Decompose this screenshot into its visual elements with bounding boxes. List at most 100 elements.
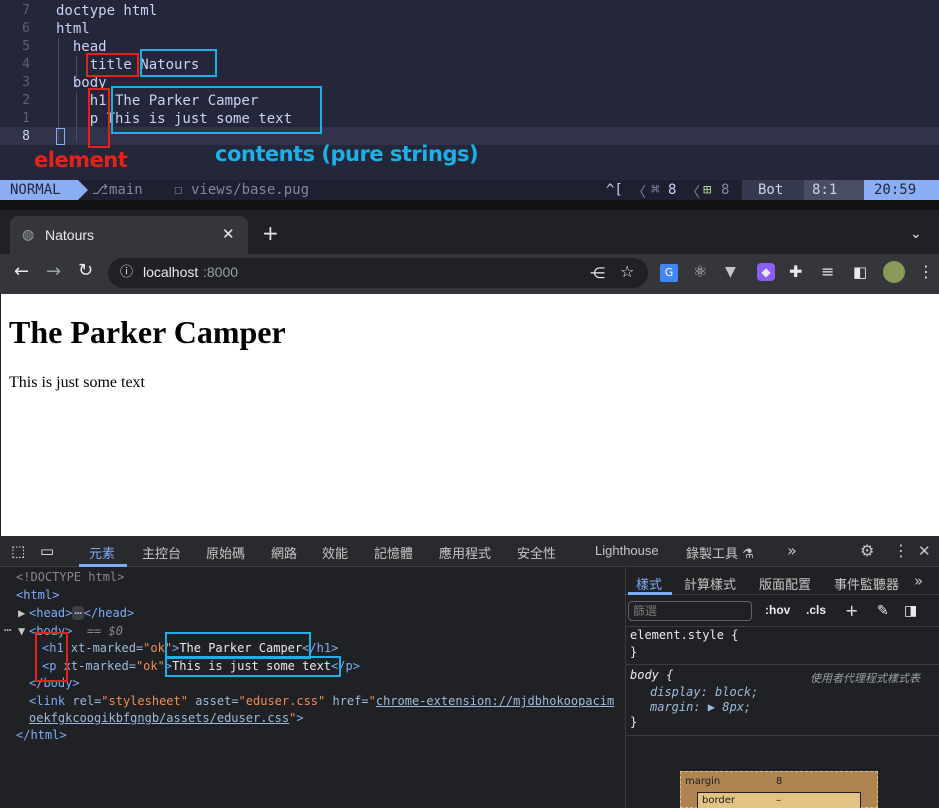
reading-list-icon[interactable]: ≡: [821, 264, 834, 280]
tab-network[interactable]: 網路: [271, 543, 297, 562]
more-panes-icon[interactable]: »: [914, 573, 923, 589]
element-style-rule[interactable]: element.style {: [630, 628, 738, 642]
dom-html-close[interactable]: </html>: [16, 728, 67, 742]
dom-link-continued[interactable]: oekfgkcoogikbfgngb/assets/eduser.css">: [29, 711, 304, 725]
site-info-icon[interactable]: ⓘ: [120, 265, 133, 281]
browser-tab[interactable]: ◍ Natours ✕: [10, 216, 248, 254]
close-brace: }: [630, 645, 638, 659]
contents-highlight-box: [165, 632, 311, 659]
tab-performance[interactable]: 效能: [322, 543, 348, 562]
new-rule-plus-icon[interactable]: +: [845, 603, 858, 619]
contents-highlight-box: [140, 49, 217, 77]
branch-icon: ⎇: [92, 182, 109, 198]
tab-memory[interactable]: 記憶體: [374, 543, 413, 562]
element-highlight-box: [35, 632, 68, 682]
extension-icon[interactable]: ◆: [757, 263, 775, 281]
contents-highlight-box: [111, 86, 322, 134]
plus-box-icon: ⊞: [703, 182, 712, 198]
tab-lighthouse[interactable]: Lighthouse: [595, 543, 659, 558]
toggle-sidebar-icon[interactable]: ◨: [904, 603, 917, 619]
tab-application[interactable]: 應用程式: [439, 543, 491, 562]
side-panel-icon[interactable]: ◧: [853, 264, 867, 280]
file-icon: ☐: [174, 182, 183, 198]
line-number: 4: [22, 57, 30, 72]
box-model-margin-label: margin: [685, 776, 721, 787]
css-prop-margin[interactable]: margin: ▶ 8px;: [650, 700, 751, 714]
box-model-margin[interactable]: margin 8 border –: [680, 771, 878, 808]
translate-extension-icon[interactable]: G: [660, 264, 678, 282]
dom-doctype[interactable]: <!DOCTYPE html>: [16, 570, 124, 584]
link-href[interactable]: chrome-extension://mjdbhokoopacim: [376, 694, 614, 708]
box-model-margin-value: 8: [776, 776, 783, 787]
collapse-triangle-icon[interactable]: ▼: [18, 624, 25, 638]
expand-triangle-icon[interactable]: ▶: [18, 606, 25, 620]
ellipsis-icon[interactable]: ⋯: [72, 606, 84, 620]
contents-annotation: contents (pure strings): [215, 142, 479, 166]
active-styles-tab-indicator: [628, 592, 672, 595]
file-path: views/base.pug: [191, 182, 310, 198]
vue-extension-icon[interactable]: ▼: [725, 264, 736, 280]
styles-filter-input[interactable]: [628, 601, 752, 621]
cls-toggle[interactable]: .cls: [806, 603, 826, 617]
pending-keys: ^[: [606, 182, 623, 198]
element-highlight-box: [86, 53, 139, 77]
line-number: 6: [22, 21, 30, 36]
chevron-left-icon: 〈: [632, 185, 646, 201]
divider: [625, 626, 939, 627]
close-tab-icon[interactable]: ✕: [222, 226, 235, 242]
share-icon[interactable]: ⋲: [590, 265, 605, 281]
tab-recorder[interactable]: 錄製工具 ⚗: [686, 543, 754, 562]
close-brace: }: [630, 715, 638, 729]
tab-console[interactable]: 主控台: [142, 543, 181, 562]
dom-html-open[interactable]: <html>: [16, 588, 59, 602]
line-number: 3: [22, 75, 30, 90]
devtools-menu-icon[interactable]: ⋮: [893, 543, 909, 559]
tab-title: Natours: [45, 227, 95, 243]
added-count: 8: [721, 182, 730, 198]
address-bar[interactable]: ⓘ localhost :8000 ⋲ ☆: [108, 258, 648, 288]
inspect-element-icon[interactable]: ⬚: [11, 543, 25, 559]
tab-styles[interactable]: 樣式: [636, 574, 662, 593]
close-devtools-icon[interactable]: ✕: [918, 543, 931, 559]
tab-search-chevron-icon[interactable]: ⌄: [910, 226, 922, 242]
tab-sources[interactable]: 原始碼: [206, 543, 245, 562]
bookmark-star-icon[interactable]: ☆: [620, 264, 634, 280]
settings-gear-icon[interactable]: ⚙: [860, 543, 874, 559]
dom-head-node[interactable]: <head> ⋯ </head>: [29, 606, 134, 620]
line-number: 1: [22, 111, 30, 126]
page-paragraph: This is just some text: [9, 374, 145, 391]
tab-computed[interactable]: 計算樣式: [684, 574, 736, 593]
tab-event-listeners[interactable]: 事件監聽器: [834, 574, 899, 593]
divider: [625, 664, 939, 665]
mode-indicator: NORMAL: [0, 180, 78, 200]
css-prop-display[interactable]: display: block;: [650, 685, 758, 699]
hov-toggle[interactable]: :hov: [765, 603, 790, 617]
tab-elements[interactable]: 元素: [89, 543, 115, 562]
diagnostics-icon: ⌘: [651, 182, 660, 198]
react-devtools-icon[interactable]: ⚛: [693, 264, 707, 280]
extensions-puzzle-icon[interactable]: ✚: [789, 264, 802, 280]
reload-icon[interactable]: ↻: [78, 262, 93, 280]
line-number: 2: [22, 93, 30, 108]
code-line: doctype html: [56, 3, 158, 19]
menu-kebab-icon[interactable]: ⋮: [918, 264, 934, 280]
device-toolbar-icon[interactable]: ▭: [40, 543, 54, 559]
new-tab-icon[interactable]: +: [262, 223, 279, 243]
back-icon[interactable]: ←: [14, 263, 29, 281]
dom-link-node[interactable]: <link rel="stylesheet" asset="eduser.css…: [29, 694, 614, 708]
web-page-viewport: The Parker Camper This is just some text: [1, 294, 939, 536]
tab-layout[interactable]: 版面配置: [759, 574, 811, 593]
code-editor[interactable]: 7 doctype html 6 html 5 head 4 title Nat…: [0, 0, 939, 180]
dom-tree[interactable]: <!DOCTYPE html> <html> ▶ <head> ⋯ </head> …: [0, 567, 625, 808]
forward-icon[interactable]: →: [46, 263, 61, 281]
tab-security[interactable]: 安全性: [517, 543, 556, 562]
box-model-border-label: border: [702, 795, 736, 806]
body-selector[interactable]: body {: [630, 668, 673, 682]
cursor-position: 8:1: [804, 180, 864, 200]
box-model-border[interactable]: border –: [697, 792, 861, 808]
dom-row-menu-icon[interactable]: ⋯: [4, 623, 11, 637]
profile-avatar[interactable]: [883, 261, 905, 283]
diagnostics-count: 8: [668, 182, 677, 198]
more-tabs-icon[interactable]: »: [787, 543, 797, 559]
paint-brush-icon[interactable]: ✎: [877, 603, 889, 619]
